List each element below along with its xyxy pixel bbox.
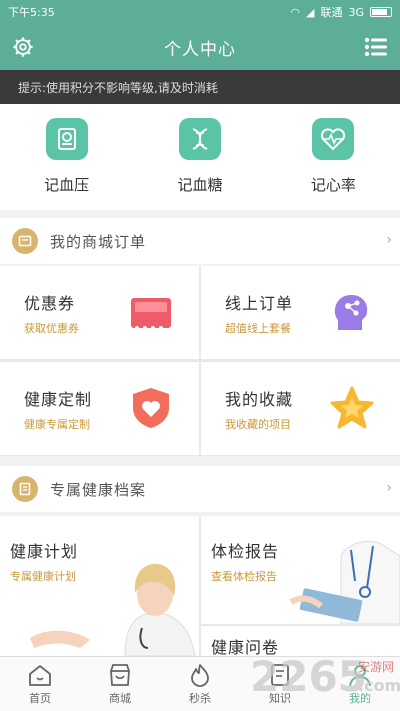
quick-label: 记血压 — [44, 176, 90, 194]
watermark-number: 2265 — [250, 652, 367, 701]
health-plan-card[interactable]: 健康计划 专属健康计划 — [0, 516, 199, 656]
card-subtitle: 我收藏的项目 — [225, 418, 291, 431]
quick-label: 记心率 — [310, 176, 356, 194]
header: 个人中心 — [0, 24, 400, 70]
coupon-icon — [131, 298, 171, 330]
doctor-illustration — [30, 563, 196, 656]
shield-heart-icon — [133, 388, 169, 428]
card-subtitle: 健康专属定制 — [24, 418, 90, 431]
carrier-label: 联通 — [320, 6, 343, 19]
home-icon — [29, 665, 51, 686]
coupon-card[interactable]: 优惠券 获取优惠券 — [0, 266, 199, 359]
section-title: 专属健康档案 — [50, 480, 147, 499]
watermark-text: 安游网 — [358, 660, 395, 674]
site-watermark: 2265 安游网 .com — [250, 652, 400, 704]
watermark-suffix: .com — [358, 676, 400, 695]
card-subtitle: 获取优惠券 — [24, 322, 79, 335]
card-subtitle: 超值线上套餐 — [225, 322, 291, 335]
flame-icon — [191, 664, 209, 687]
card-title: 我的收藏 — [225, 390, 294, 409]
tab-home[interactable]: 首页 — [0, 657, 80, 711]
page-title: 个人中心 — [164, 39, 236, 60]
quick-label: 记血糖 — [177, 176, 223, 194]
shop-icon — [110, 664, 130, 686]
health-custom-card[interactable]: 健康定制 健康专属定制 — [0, 362, 199, 455]
dna-icon — [178, 118, 221, 160]
chevron-right-icon: › — [386, 232, 392, 248]
star-icon — [330, 386, 374, 429]
notice-text: 提示:使用积分不影响等级,请及时消耗 — [18, 80, 218, 95]
quick-blood-pressure[interactable]: 记血压 — [0, 104, 133, 210]
quick-blood-sugar[interactable]: 记血糖 — [133, 104, 266, 210]
blood-pressure-icon — [45, 118, 88, 160]
network-label: 3G — [348, 5, 364, 19]
tab-label: 秒杀 — [189, 692, 211, 705]
gear-icon[interactable] — [12, 36, 34, 58]
order-badge-icon — [12, 228, 38, 254]
head-network-icon — [334, 294, 368, 330]
status-right: ◠ ◢ 联通 3G — [290, 4, 392, 20]
quick-heart-rate[interactable]: 记心率 — [267, 104, 400, 210]
records-badge-icon — [12, 476, 38, 502]
battery-icon — [370, 7, 392, 17]
tab-flash-sale[interactable]: 秒杀 — [160, 657, 240, 711]
health-records-grid: 健康计划 专属健康计划 体检报告 查看体检报告 健康问卷 — [0, 516, 400, 656]
chevron-right-icon: › — [386, 480, 392, 496]
mall-orders-grid: 优惠券 获取优惠券 线上订单 超值线上套餐 健康定制 健康专属定制 我的收藏 我… — [0, 266, 400, 456]
section-title: 我的商城订单 — [50, 232, 147, 251]
health-records-header[interactable]: 专属健康档案 › — [0, 466, 400, 512]
signal-icon: ◢ — [306, 5, 315, 19]
doctor-clipboard-illustration — [289, 540, 400, 624]
tab-label: 首页 — [29, 692, 51, 705]
favorites-card[interactable]: 我的收藏 我收藏的项目 — [201, 362, 400, 455]
tab-label: 商城 — [109, 692, 131, 705]
card-title: 线上订单 — [225, 294, 294, 313]
notice-bar: 提示:使用积分不影响等级,请及时消耗 — [0, 70, 400, 104]
list-menu-icon[interactable] — [364, 36, 388, 58]
tab-shop[interactable]: 商城 — [80, 657, 160, 711]
quick-actions: 记血压 记血糖 记心率 — [0, 104, 400, 210]
card-subtitle: 查看体检报告 — [211, 570, 277, 583]
wifi-icon: ◠ — [290, 5, 300, 19]
card-title: 优惠券 — [24, 294, 76, 313]
checkup-report-card[interactable]: 体检报告 查看体检报告 — [201, 516, 400, 624]
mall-orders-header[interactable]: 我的商城订单 › — [0, 218, 400, 264]
status-time: 下午5:35 — [8, 6, 55, 19]
heart-rate-icon — [312, 118, 355, 160]
card-title: 体检报告 — [211, 542, 280, 561]
status-bar: 下午5:35 ◠ ◢ 联通 3G — [0, 0, 400, 24]
online-order-card[interactable]: 线上订单 超值线上套餐 — [201, 266, 400, 359]
card-title: 健康定制 — [24, 390, 93, 409]
